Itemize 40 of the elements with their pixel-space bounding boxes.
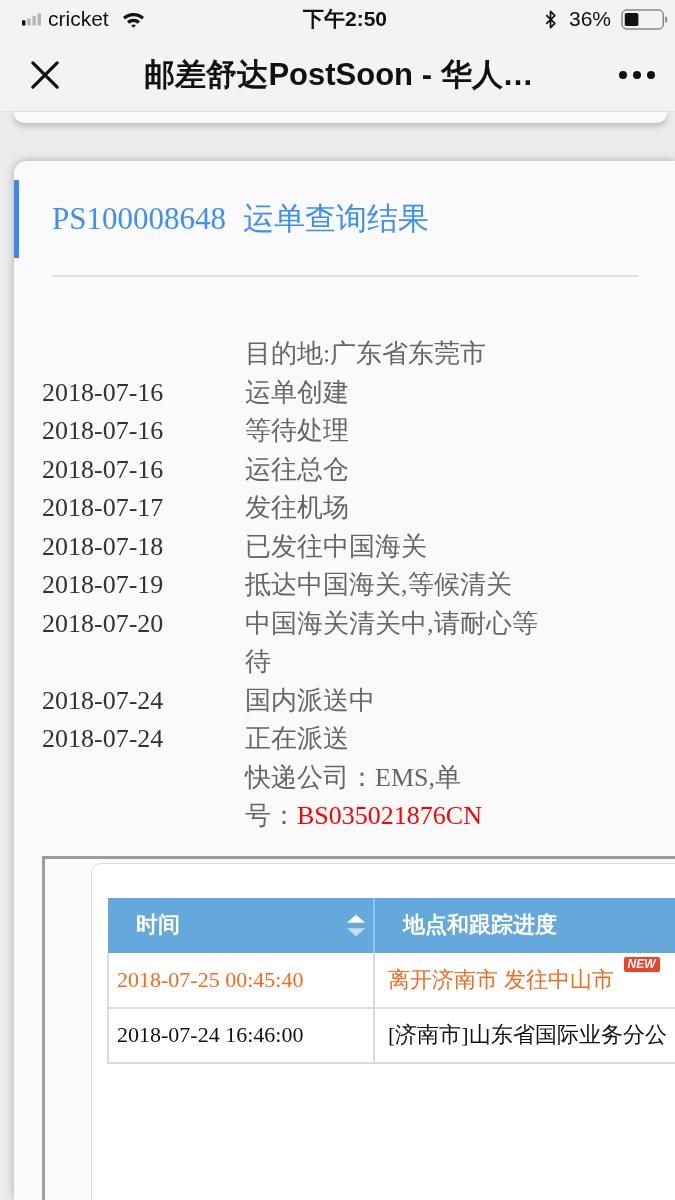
event-text: 离开济南市 发往中山市 [388,965,614,994]
event-status: 中国海关清关中,请耐心等待 [245,607,539,678]
event-date: 2018-07-18 [42,530,165,563]
clock-time: 下午2:50 [303,7,387,31]
table-cell: 2018-07-25 00:45:40 [108,952,374,1008]
column-header: 地点和跟踪进度 [374,897,675,953]
sort-icon[interactable] [347,913,365,937]
close-icon[interactable] [31,60,59,89]
event-date: 2018-07-16 [42,453,165,486]
event-status: 抵达中国海关,等候清关 [245,569,513,601]
result-heading: 运单查询结果 [243,200,429,238]
event-date: 2018-07-19 [42,569,165,601]
tracking-number: PS100008648 [52,200,226,238]
destination-text: 目的地:广东省东莞市 [245,338,488,370]
battery-icon [621,8,668,30]
event-date: 2018-07-16 [42,376,165,409]
event-status: 运往总仓 [245,453,350,486]
event-status: 运单创建 [245,376,350,409]
bluetooth-icon [544,9,557,29]
event-date: 2018-07-17 [42,492,165,524]
event-date: 2018-07-24 [42,723,165,755]
wifi-icon [121,10,145,28]
event-text: [济南市]山东省国际业务分公 [388,1021,667,1049]
column-header[interactable]: 时间 [108,897,374,953]
table-cell: 2018-07-24 16:46:00 [108,1007,374,1063]
event-status: 国内派送中 [245,684,376,717]
event-date: 2018-07-16 [42,415,165,447]
courier-info: 快递公司：EMS,单号：BS035021876CN [245,761,483,832]
new-badge: NEW [623,956,660,972]
event-date: 2018-07-20 [42,607,165,640]
event-status: 已发往中国海关 [245,530,428,563]
signal-icon [22,12,41,26]
event-date: 2018-07-24 [42,684,165,717]
event-status: 等待处理 [245,415,350,447]
event-status: 发往机场 [245,492,350,524]
carrier-name: cricket [48,7,109,31]
event-status: 正在派送 [245,723,350,755]
page-title: 邮差舒达PostSoon - 华人… [144,55,534,94]
battery-percent: 36% [568,7,611,31]
more-icon[interactable] [619,70,655,79]
